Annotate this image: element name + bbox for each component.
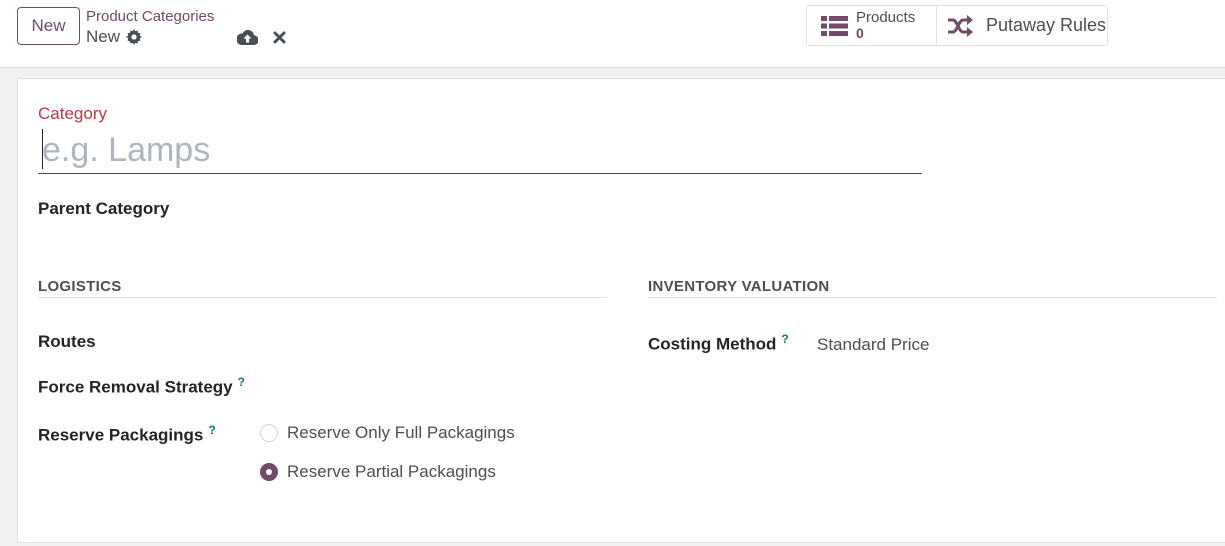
reserve-full-label: Reserve Only Full Packagings: [287, 423, 515, 442]
products-smart-button[interactable]: Products 0: [807, 6, 937, 45]
smart-button-box: Products 0 Putaway Rules: [806, 5, 1108, 46]
reserve-partial-radio[interactable]: [260, 463, 278, 481]
text-caret: [42, 129, 43, 169]
products-label: Products: [856, 9, 916, 27]
routes-label: Routes: [38, 332, 96, 351]
reserve-full-radio[interactable]: [260, 424, 278, 442]
logistics-divider: [38, 297, 607, 298]
record-name-row: New: [86, 27, 143, 47]
costing-method-text: Costing Method: [648, 334, 777, 354]
cloud-upload-icon[interactable]: [236, 28, 259, 46]
inventory-valuation-divider: [648, 297, 1217, 298]
reserve-packagings-label: Reserve Packagings?: [38, 423, 216, 446]
reserve-packagings-text: Reserve Packagings: [38, 425, 204, 445]
removal-strategy-help-icon[interactable]: ?: [238, 375, 245, 389]
reserve-partial-label: Reserve Partial Packagings: [287, 462, 496, 481]
products-count: 0: [856, 25, 864, 42]
costing-method-label: Costing Method?: [648, 332, 789, 355]
products-smart-text: Products 0: [856, 10, 915, 40]
gear-icon[interactable]: [126, 29, 143, 45]
force-removal-strategy-label: Force Removal Strategy?: [38, 375, 245, 398]
reserve-packagings-help-icon[interactable]: ?: [208, 423, 215, 437]
reserve-full-packagings-option[interactable]: Reserve Only Full Packagings: [260, 423, 515, 443]
new-button[interactable]: New: [17, 7, 80, 45]
category-label: Category: [38, 104, 107, 123]
putaway-rules-smart-button[interactable]: Putaway Rules: [937, 6, 1107, 45]
close-icon[interactable]: [272, 30, 287, 45]
logistics-section-title: LOGISTICS: [38, 278, 122, 295]
record-name: New: [86, 27, 121, 46]
category-name-input[interactable]: [38, 127, 922, 174]
control-panel: New Product Categories New Products 0 Pu…: [0, 0, 1225, 68]
random-icon: [947, 14, 974, 37]
costing-method-help-icon[interactable]: ?: [781, 332, 788, 346]
parent-category-label: Parent Category: [38, 199, 170, 218]
reserve-partial-packagings-option[interactable]: Reserve Partial Packagings: [260, 462, 496, 482]
list-icon: [821, 15, 848, 37]
breadcrumb-product-categories[interactable]: Product Categories: [86, 8, 214, 25]
force-removal-strategy-text: Force Removal Strategy: [38, 377, 233, 397]
inventory-valuation-section-title: INVENTORY VALUATION: [648, 278, 830, 295]
putaway-rules-label: Putaway Rules: [986, 15, 1107, 35]
costing-method-value[interactable]: Standard Price: [817, 335, 929, 355]
